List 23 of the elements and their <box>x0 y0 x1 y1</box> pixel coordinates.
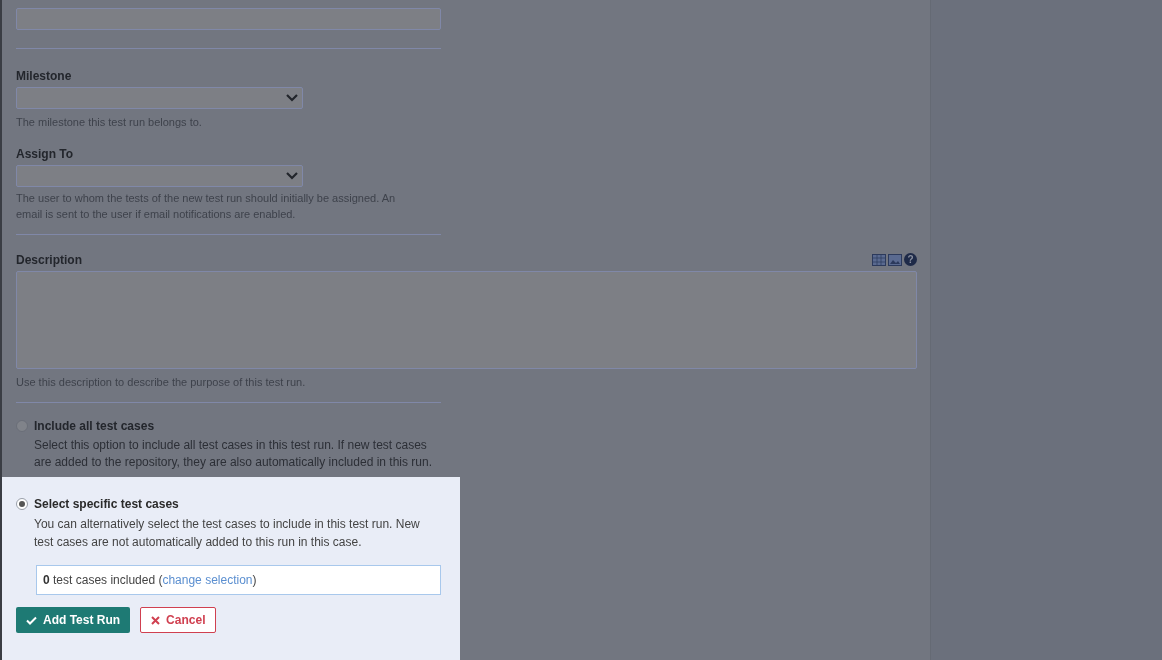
milestone-select[interactable] <box>16 87 303 109</box>
assign-to-select[interactable] <box>16 164 303 187</box>
radio-button[interactable] <box>16 498 28 510</box>
text-field[interactable] <box>16 8 441 30</box>
help-icon[interactable]: ? <box>904 253 917 266</box>
description-textarea[interactable] <box>16 270 917 369</box>
option-description: You can alternatively select the test cases to include in this test run. New test cases are not automatically added to this run in this case. <box>34 516 421 551</box>
option-description: Select this option to include all test cases in this test run. If new test cases are added to the repository, they are also automatically included in this run. <box>34 437 433 471</box>
chevron-down-icon <box>286 94 298 102</box>
option-title: Include all test cases <box>34 418 156 435</box>
field-label: Assign To <box>16 145 75 163</box>
selection-summary: 0 test cases included (change selection) <box>43 572 257 589</box>
option-title: Select specific test cases <box>34 496 180 513</box>
change-selection-link[interactable]: change selection <box>162 573 253 587</box>
add-test-run-button[interactable]: Add Test Run <box>16 607 131 633</box>
close-icon <box>151 615 161 625</box>
chevron-down-icon <box>286 171 298 180</box>
table-icon[interactable] <box>872 253 886 266</box>
field-label: Description <box>16 251 82 269</box>
image-icon[interactable] <box>888 253 902 266</box>
cancel-button[interactable]: Cancel <box>140 607 217 633</box>
check-icon <box>26 615 37 625</box>
field-label: Milestone <box>16 68 73 85</box>
